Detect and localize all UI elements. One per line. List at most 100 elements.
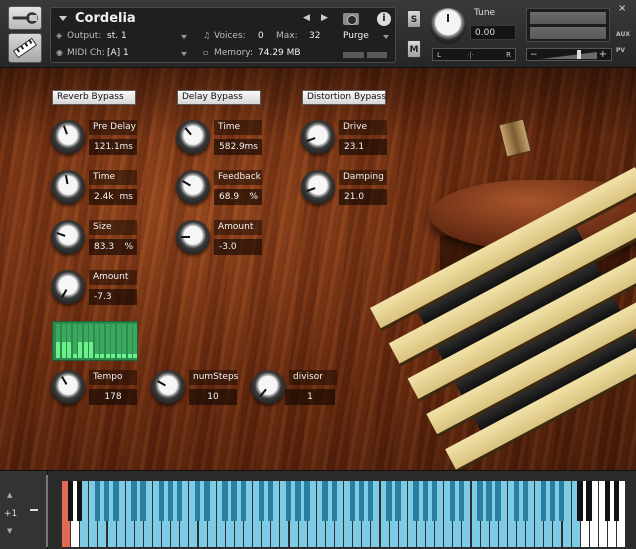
black-key[interactable] xyxy=(604,481,610,521)
black-key[interactable] xyxy=(449,481,456,521)
black-key[interactable] xyxy=(486,481,492,521)
reverb-size-value[interactable]: 83.3% xyxy=(89,239,137,255)
wrench-button[interactable] xyxy=(8,6,42,30)
step-cell[interactable] xyxy=(100,324,104,358)
distortion-damping-knob[interactable] xyxy=(301,170,335,204)
black-key[interactable] xyxy=(358,481,365,521)
max-voices-field[interactable]: 32 xyxy=(309,31,320,41)
black-key[interactable] xyxy=(104,481,110,521)
step-cell[interactable] xyxy=(122,324,126,358)
black-key[interactable] xyxy=(94,481,101,521)
black-key[interactable] xyxy=(495,481,501,521)
black-key[interactable] xyxy=(513,481,519,521)
pv-button[interactable]: PV xyxy=(616,47,625,54)
black-key[interactable] xyxy=(140,481,146,521)
black-key[interactable] xyxy=(240,481,246,521)
octave-up-icon[interactable]: ▲ xyxy=(7,491,12,499)
reverb-predelay-knob[interactable] xyxy=(51,120,85,154)
output-dropdown-icon[interactable] xyxy=(181,35,187,39)
black-key[interactable] xyxy=(559,481,565,521)
step-cell[interactable] xyxy=(116,324,121,358)
divisor-value[interactable]: 1 xyxy=(285,389,335,405)
reverb-time-value[interactable]: 2.4k ms xyxy=(89,189,137,205)
volume-slider[interactable]: − + xyxy=(526,48,612,61)
midi-channel-select[interactable]: [A] 1 xyxy=(107,48,129,58)
distortion-damping-value[interactable]: 21.0 xyxy=(339,189,387,205)
camera-icon[interactable] xyxy=(343,13,359,25)
step-cell[interactable] xyxy=(133,324,137,358)
black-key[interactable] xyxy=(67,481,74,521)
delay-amount-knob[interactable] xyxy=(176,220,210,254)
instrument-menu-arrow[interactable] xyxy=(59,16,67,21)
aux-button[interactable]: AUX xyxy=(616,31,630,38)
distortion-bypass-button[interactable]: Distortion Bypass xyxy=(302,90,386,105)
black-key[interactable] xyxy=(431,481,438,521)
black-key[interactable] xyxy=(131,481,137,521)
black-key[interactable] xyxy=(386,481,392,521)
black-key[interactable] xyxy=(577,481,583,521)
black-key[interactable] xyxy=(204,481,210,521)
black-key[interactable] xyxy=(613,481,620,521)
black-key[interactable] xyxy=(413,481,419,521)
close-icon[interactable]: × xyxy=(618,3,626,14)
black-key[interactable] xyxy=(113,481,119,521)
black-key[interactable] xyxy=(458,481,465,521)
next-instrument-arrow[interactable]: ▶ xyxy=(321,13,328,23)
piano-keyboard[interactable] xyxy=(62,481,632,547)
tempo-value[interactable]: 178 xyxy=(89,389,137,405)
prev-instrument-arrow[interactable]: ◀ xyxy=(303,13,310,23)
black-key[interactable] xyxy=(195,481,201,521)
distortion-drive-knob[interactable] xyxy=(301,120,335,154)
reverb-amount-knob[interactable] xyxy=(51,270,85,304)
info-icon[interactable]: i xyxy=(377,12,391,26)
black-key[interactable] xyxy=(540,481,547,521)
octave-down-icon[interactable]: ▼ xyxy=(7,527,12,535)
black-key[interactable] xyxy=(477,481,483,521)
black-key[interactable] xyxy=(286,481,292,521)
step-sequencer-display[interactable] xyxy=(52,321,138,361)
black-key[interactable] xyxy=(322,481,328,521)
divisor-knob[interactable] xyxy=(251,370,285,404)
black-key[interactable] xyxy=(222,481,228,521)
volume-thumb[interactable] xyxy=(577,50,581,59)
black-key[interactable] xyxy=(167,481,174,521)
black-key[interactable] xyxy=(258,481,265,521)
black-key[interactable] xyxy=(231,481,237,521)
delay-feedback-value[interactable]: 68.9% xyxy=(214,189,262,205)
step-cell[interactable] xyxy=(127,324,132,358)
tempo-knob[interactable] xyxy=(51,370,85,404)
purge-dropdown-icon[interactable] xyxy=(383,35,389,39)
black-key[interactable] xyxy=(586,481,592,521)
delay-bypass-button[interactable]: Delay Bypass xyxy=(177,90,261,105)
delay-amount-value[interactable]: -3.0 xyxy=(214,239,262,255)
black-key[interactable] xyxy=(549,481,556,521)
output-select[interactable]: st. 1 xyxy=(107,31,127,41)
black-key[interactable] xyxy=(367,481,374,521)
keyboard-view-button[interactable] xyxy=(8,33,42,63)
numsteps-value[interactable]: 10 xyxy=(189,389,237,405)
reverb-size-knob[interactable] xyxy=(51,220,85,254)
black-key[interactable] xyxy=(176,481,183,521)
step-cell[interactable] xyxy=(105,324,110,358)
tune-value-field[interactable]: 0.00 xyxy=(470,25,516,40)
delay-time-value[interactable]: 582.9 ms xyxy=(214,139,262,155)
reverb-amount-value[interactable]: -7.3 xyxy=(89,289,137,305)
delay-feedback-knob[interactable] xyxy=(176,170,210,204)
black-key[interactable] xyxy=(76,481,83,521)
pitch-wheel[interactable] xyxy=(46,475,48,547)
midi-dropdown-icon[interactable] xyxy=(181,52,187,56)
step-cell[interactable] xyxy=(72,324,77,358)
purge-button[interactable]: Purge xyxy=(343,31,369,41)
mute-button[interactable]: M xyxy=(407,40,421,58)
black-key[interactable] xyxy=(522,481,529,521)
reverb-predelay-value[interactable]: 121.1 ms xyxy=(89,139,137,155)
numsteps-knob[interactable] xyxy=(151,370,185,404)
tune-knob[interactable] xyxy=(430,8,466,44)
pan-slider[interactable]: L ·|· R xyxy=(432,48,516,61)
black-key[interactable] xyxy=(395,481,401,521)
black-key[interactable] xyxy=(422,481,428,521)
black-key[interactable] xyxy=(331,481,337,521)
black-key[interactable] xyxy=(304,481,310,521)
solo-button[interactable]: S xyxy=(407,10,421,28)
black-key[interactable] xyxy=(158,481,165,521)
